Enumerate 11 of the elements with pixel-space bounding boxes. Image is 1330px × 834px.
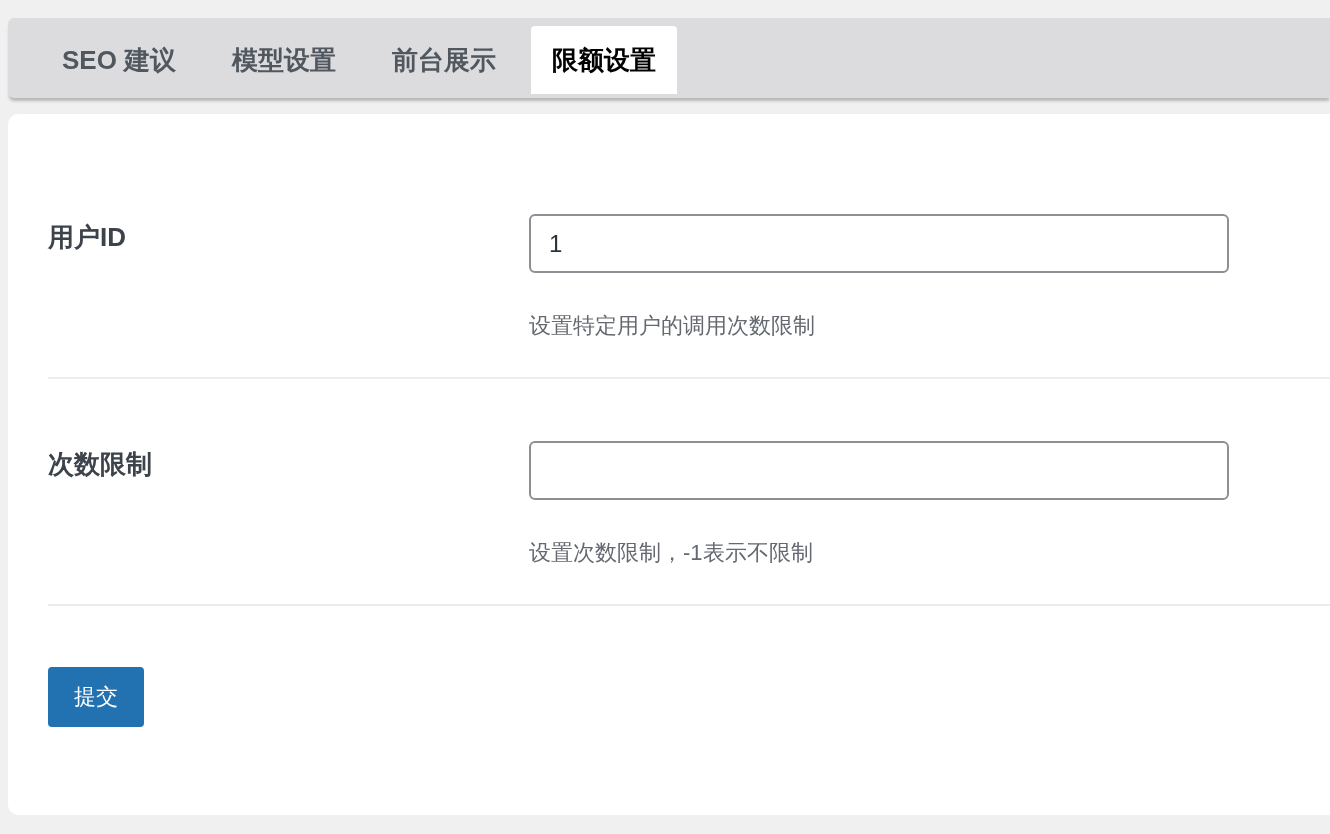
tab[interactable]: 限额设置	[531, 26, 678, 94]
field-label: 次数限制	[48, 448, 153, 481]
tab[interactable]: 前台展示	[371, 26, 518, 94]
tab[interactable]: SEO 建议	[41, 26, 198, 94]
field-label: 用户ID	[48, 221, 127, 254]
tab[interactable]: 模型设置	[211, 26, 358, 94]
field-hint: 设置特定用户的调用次数限制	[529, 312, 816, 340]
submit-button[interactable]: 提交	[48, 667, 144, 727]
input-field[interactable]	[529, 441, 1229, 500]
input-field[interactable]: 1	[529, 214, 1229, 273]
field-hint: 设置次数限制，-1表示不限制	[529, 539, 814, 567]
